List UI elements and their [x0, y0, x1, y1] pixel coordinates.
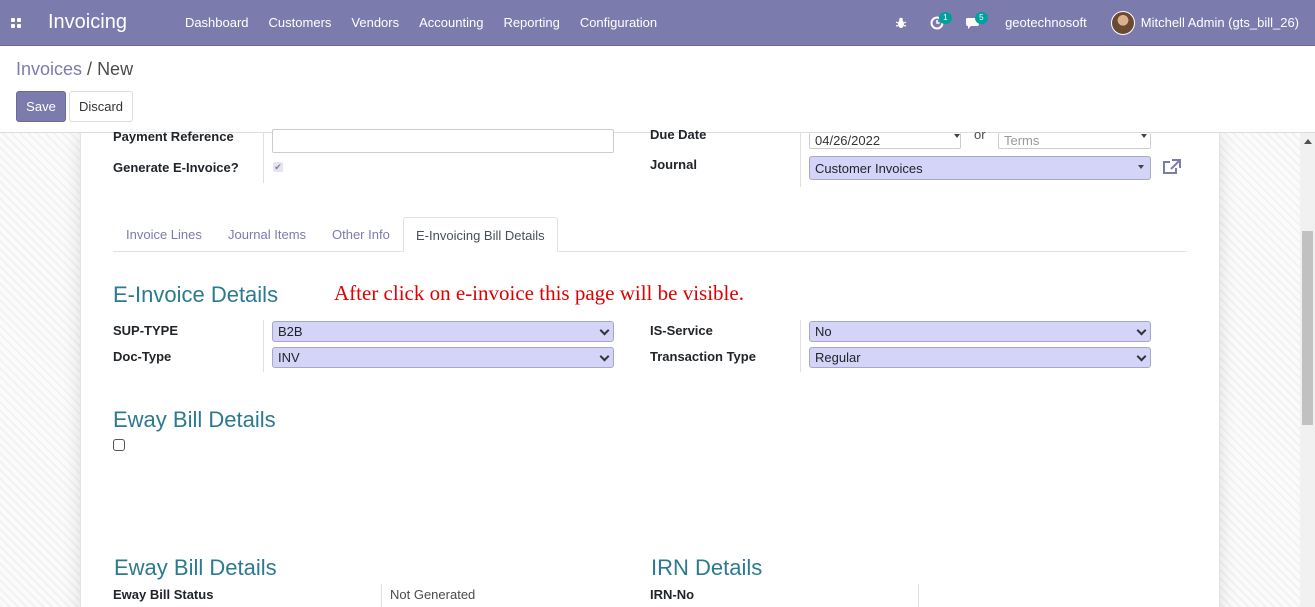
- doc-type-label: Doc-Type: [113, 349, 172, 364]
- field-separator: [800, 320, 801, 372]
- payment-reference-label: Payment Reference: [113, 129, 234, 144]
- payment-reference-input[interactable]: [272, 129, 614, 153]
- doc-type-select[interactable]: INV: [272, 347, 614, 368]
- is-service-value: No: [815, 324, 832, 339]
- apps-menu-icon[interactable]: [0, 0, 32, 46]
- activity-count-badge: 1: [939, 11, 952, 24]
- discard-button[interactable]: Discard: [69, 91, 133, 122]
- navbar-systray: 1 5 geotechnosoft Mitchell Admin (gts_bi…: [883, 0, 1315, 46]
- journal-select[interactable]: Customer Invoices: [809, 156, 1151, 180]
- menu-item-vendors[interactable]: Vendors: [341, 15, 409, 30]
- transaction-type-value: Regular: [815, 350, 861, 365]
- menu-item-configuration[interactable]: Configuration: [570, 15, 667, 30]
- sup-type-label: SUP-TYPE: [113, 323, 179, 338]
- is-service-select[interactable]: No: [809, 321, 1151, 342]
- field-separator: [918, 584, 919, 607]
- field-separator: [800, 133, 801, 187]
- is-service-label: IS-Service: [650, 323, 713, 338]
- breadcrumb-invoices-link[interactable]: Invoices: [16, 59, 82, 79]
- notebook-tabs: Invoice Lines Journal Items Other Info E…: [113, 217, 1187, 252]
- sup-type-select[interactable]: B2B: [272, 321, 614, 342]
- or-text: or: [974, 127, 986, 142]
- einvoice-details-title: E-Invoice Details: [113, 282, 279, 307]
- generate-einvoice-checkbox[interactable]: ✔: [273, 162, 283, 172]
- eway-bill-status-label: Eway Bill Status: [113, 587, 214, 602]
- eway-bill-checkbox[interactable]: [113, 439, 125, 451]
- transaction-type-select[interactable]: Regular: [809, 347, 1151, 368]
- menu-item-accounting[interactable]: Accounting: [409, 15, 493, 30]
- scroll-up-arrow-icon[interactable]: [1304, 139, 1312, 144]
- eway-bill-details-title: Eway Bill Details: [114, 555, 277, 580]
- journal-label: Journal: [650, 157, 697, 172]
- field-separator: [263, 133, 264, 183]
- tab-journal-items[interactable]: Journal Items: [216, 217, 318, 252]
- form-sheet: [80, 133, 1220, 607]
- sup-type-value: B2B: [278, 324, 303, 339]
- avatar: [1110, 10, 1135, 35]
- tab-e-invoicing-bill-details[interactable]: E-Invoicing Bill Details: [403, 217, 558, 252]
- scrollbar[interactable]: [1300, 133, 1315, 607]
- chevron-down-icon: [599, 325, 610, 336]
- bug-icon[interactable]: [883, 0, 919, 46]
- messages-icon[interactable]: 5: [955, 0, 991, 46]
- due-date-input[interactable]: 04/26/2022: [809, 133, 961, 149]
- menu-item-dashboard[interactable]: Dashboard: [175, 15, 259, 30]
- tab-invoice-lines[interactable]: Invoice Lines: [114, 217, 214, 252]
- generate-einvoice-label: Generate E-Invoice?: [113, 160, 239, 175]
- field-separator: [263, 320, 264, 372]
- transaction-type-label: Transaction Type: [650, 349, 756, 364]
- message-count-badge: 5: [975, 11, 988, 24]
- eway-bill-status-value: Not Generated: [390, 587, 476, 602]
- user-menu[interactable]: Mitchell Admin (gts_bill_26): [1101, 10, 1315, 35]
- company-switcher[interactable]: geotechnosoft: [991, 15, 1101, 30]
- top-navbar: Invoicing Dashboard Customers Vendors Ac…: [0, 0, 1315, 46]
- irn-details-title: IRN Details: [651, 555, 763, 580]
- breadcrumb-current: New: [97, 59, 134, 79]
- form-content-area[interactable]: [0, 133, 1300, 607]
- scrollbar-thumb[interactable]: [1302, 231, 1313, 425]
- save-button[interactable]: Save: [16, 91, 66, 122]
- tab-other-info[interactable]: Other Info: [320, 217, 402, 252]
- breadcrumb-separator: /: [82, 59, 98, 79]
- chevron-down-icon: [599, 351, 610, 362]
- user-name: Mitchell Admin (gts_bill_26): [1140, 15, 1299, 30]
- menu-item-customers[interactable]: Customers: [259, 15, 342, 30]
- chevron-down-icon: [1136, 325, 1147, 336]
- chevron-down-icon: [1136, 351, 1147, 362]
- activity-clock-icon[interactable]: 1: [919, 0, 955, 46]
- journal-caret-icon: [1138, 165, 1144, 169]
- journal-value: Customer Invoices: [815, 161, 923, 176]
- app-brand[interactable]: Invoicing: [48, 11, 127, 34]
- external-link-icon[interactable]: [1162, 158, 1182, 176]
- field-separator: [381, 584, 382, 607]
- menu-item-reporting[interactable]: Reporting: [493, 15, 569, 30]
- control-panel: Invoices / New Save Discard: [0, 46, 1315, 133]
- payment-terms-input[interactable]: Terms: [998, 133, 1151, 149]
- irn-no-label: IRN-No: [650, 587, 695, 602]
- annotation-note: After click on e-invoice this page will …: [334, 281, 744, 305]
- breadcrumb: Invoices / New: [16, 59, 133, 80]
- due-date-label: Due Date: [650, 127, 707, 142]
- terms-caret-icon: [1141, 134, 1147, 138]
- doc-type-value: INV: [278, 350, 300, 365]
- due-date-caret-icon: [954, 134, 960, 138]
- eway-bill-title: Eway Bill Details: [113, 407, 276, 432]
- main-menu: Dashboard Customers Vendors Accounting R…: [175, 15, 667, 30]
